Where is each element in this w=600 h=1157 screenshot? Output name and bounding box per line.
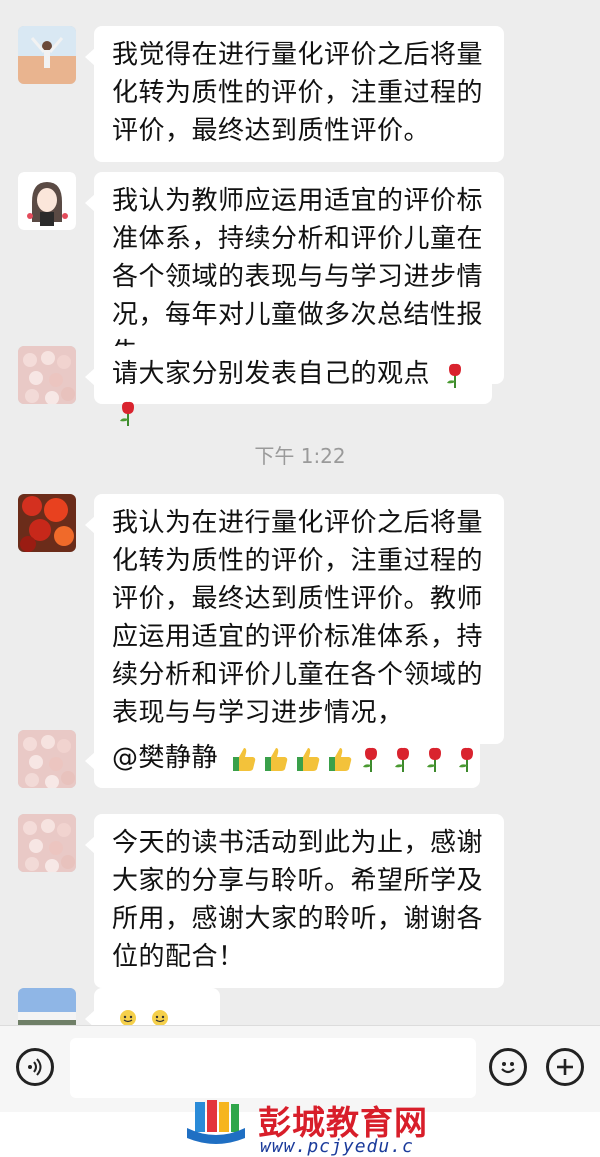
message-bubble[interactable]: 我认为在进行量化评价之后将量化转为质性的评价，注重过程的评价，最终达到质性评价。… [85,494,504,744]
rose-emoji [426,747,441,772]
rose-emoji [458,747,473,772]
avatar[interactable] [18,172,76,230]
voice-button[interactable] [16,1048,54,1086]
thumbs-up-emoji [328,747,352,771]
rose-emoji [394,747,409,772]
message-bubble[interactable]: @樊静静 [85,730,480,788]
message-bubble[interactable]: 我觉得在进行量化评价之后将量化转为质性的评价，注重过程的评价，最终达到质性评价。 [85,26,504,162]
timestamp: 下午 1:22 [254,444,346,468]
plus-icon [557,1059,573,1075]
thumbs-up-emoji [232,747,256,771]
thumbs-up-emoji [264,747,288,771]
avatar[interactable] [18,26,76,84]
book-logo-icon [187,1100,245,1144]
emoji-button[interactable] [489,1048,527,1086]
avatar[interactable] [18,814,76,872]
avatar[interactable] [18,988,76,1025]
watermark-url: www.pcjyedu.c [260,1136,414,1157]
smiley-bean-emoji [120,1009,136,1025]
rose-emoji [120,401,134,426]
message-text: 请大家分别发表自己的观点 [112,359,431,389]
message-text: 今天的读书活动到此为止，感谢大家的分享与聆听。希望所学及所用，感谢大家的聆听，谢… [112,828,484,972]
voice-icon [28,1058,42,1076]
message-bubble[interactable]: 请大家分别发表自己的观点 [85,346,492,426]
thumbs-up-emoji [296,747,320,771]
emoji-icon [501,1062,515,1074]
smiley-bean-emoji [152,1009,168,1025]
message-text: @樊静静 [112,743,219,773]
avatar[interactable] [18,730,76,788]
avatar[interactable] [18,494,76,552]
message-bubble[interactable] [85,988,220,1025]
avatar[interactable] [18,346,76,404]
message-text: 我认为教师应运用适宜的评价标准体系，持续分析和评价儿童在各个领域的表现与与学习进… [112,186,484,368]
rose-emoji [446,363,461,388]
message-input[interactable] [70,1038,476,1098]
chat-area[interactable]: 我觉得在进行量化评价之后将量化转为质性的评价，注重过程的评价，最终达到质性评价。… [0,0,600,1025]
rose-emoji [362,747,377,772]
plus-button[interactable] [546,1048,584,1086]
message-text: 我觉得在进行量化评价之后将量化转为质性的评价，注重过程的评价，最终达到质性评价。 [112,40,484,146]
message-text: 我认为在进行量化评价之后将量化转为质性的评价，注重过程的评价，最终达到质性评价。… [112,508,484,728]
message-bubble[interactable]: 今天的读书活动到此为止，感谢大家的分享与聆听。希望所学及所用，感谢大家的聆听，谢… [85,814,504,988]
watermark: 彭城教育网 www.pcjyedu.c [0,1100,600,1157]
